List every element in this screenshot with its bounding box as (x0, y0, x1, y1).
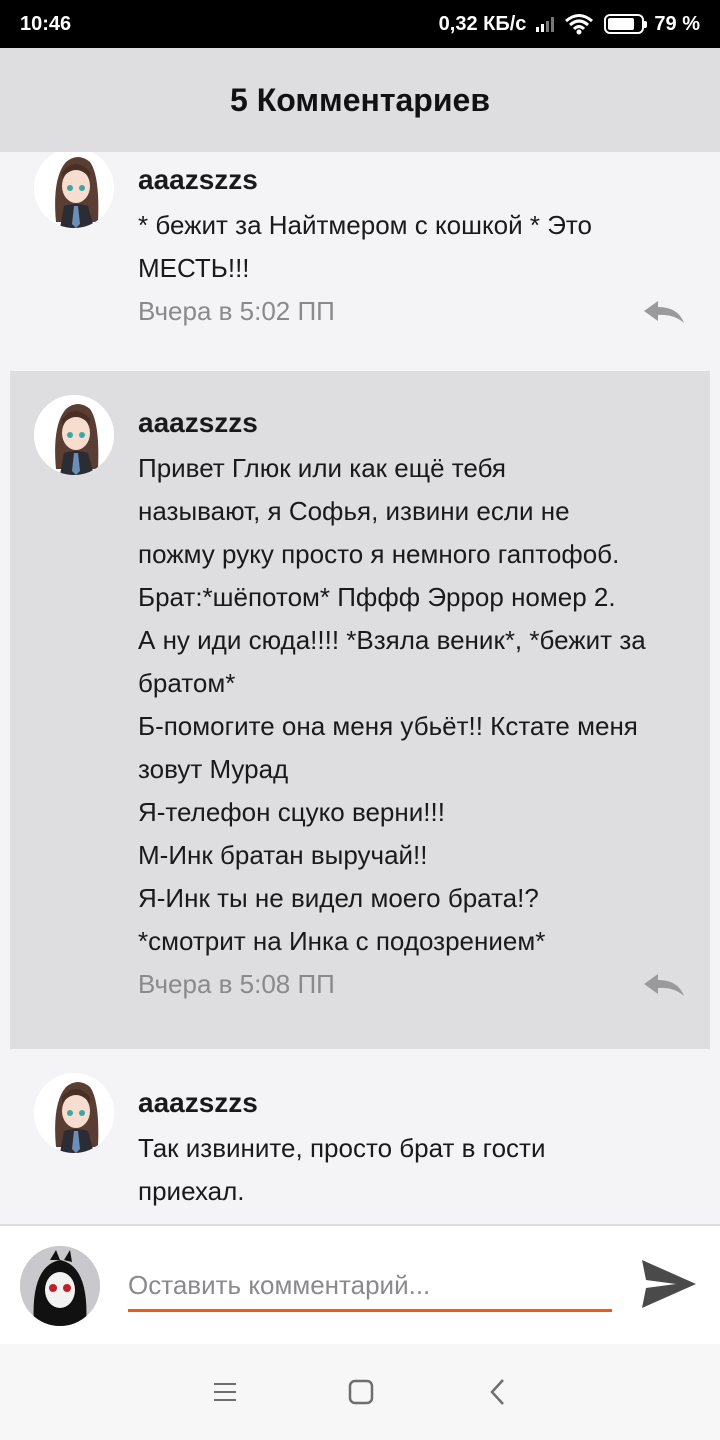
comment-item: aaazszzs * бежит за Найтмером с кошкой *… (10, 152, 710, 370)
avatar[interactable] (34, 1073, 114, 1153)
signal-icon (536, 16, 555, 32)
hooded-character-avatar-image (20, 1246, 100, 1326)
network-speed: 0,32 КБ/с (438, 12, 527, 35)
comments-list[interactable]: aaazszzs * бежит за Найтмером с кошкой *… (0, 152, 720, 1224)
anime-girl-avatar-image (34, 1073, 114, 1153)
battery-percent: 79 % (654, 12, 700, 35)
wifi-icon (565, 14, 594, 35)
home-icon[interactable] (343, 1374, 379, 1410)
comment-author[interactable]: aaazszzs (138, 164, 686, 196)
back-icon[interactable] (481, 1374, 517, 1410)
comment-item: aaazszzs Привет Глюк или как ещё тебя на… (10, 371, 710, 1049)
anime-girl-avatar-image (34, 395, 114, 475)
comment-time: Вчера в 5:08 ПП (138, 969, 335, 999)
status-bar: 10:46 0,32 КБ/с 79 % (0, 0, 720, 48)
status-indicators: 0,32 КБ/с 79 % (439, 13, 700, 36)
comment-text: * бежит за Найтмером с кошкой * Это МЕСТ… (138, 210, 592, 283)
battery-icon (604, 14, 648, 34)
reply-icon[interactable] (642, 299, 686, 325)
comment-composer (0, 1224, 720, 1344)
comment-meta: Вчера в 5:02 ПП (138, 296, 686, 327)
comment-author[interactable]: aaazszzs (138, 1087, 686, 1119)
system-nav-bar (0, 1344, 720, 1440)
comment-text: Так извините, просто брат в гости приеха… (138, 1133, 546, 1206)
comment-time: Вчера в 5:02 ПП (138, 296, 335, 326)
comment-meta: Вчера в 5:08 ПП (138, 969, 686, 1000)
my-avatar[interactable] (20, 1246, 100, 1326)
comment-input[interactable] (128, 1262, 612, 1312)
reply-icon[interactable] (642, 972, 686, 998)
comment-item: aaazszzs Так извините, просто брат в гос… (10, 1049, 710, 1224)
send-icon[interactable] (640, 1258, 698, 1310)
page-title: 5 Комментариев (230, 81, 490, 118)
avatar[interactable] (34, 395, 114, 475)
menu-icon[interactable] (207, 1374, 243, 1410)
avatar[interactable] (34, 152, 114, 228)
battery-fill (608, 18, 634, 30)
anime-girl-avatar-image (34, 152, 114, 228)
header: 5 Комментариев (0, 48, 720, 152)
status-time: 10:46 (20, 12, 72, 35)
comment-text: Привет Глюк или как ещё тебя называют, я… (138, 453, 646, 956)
comment-author[interactable]: aaazszzs (138, 407, 686, 439)
